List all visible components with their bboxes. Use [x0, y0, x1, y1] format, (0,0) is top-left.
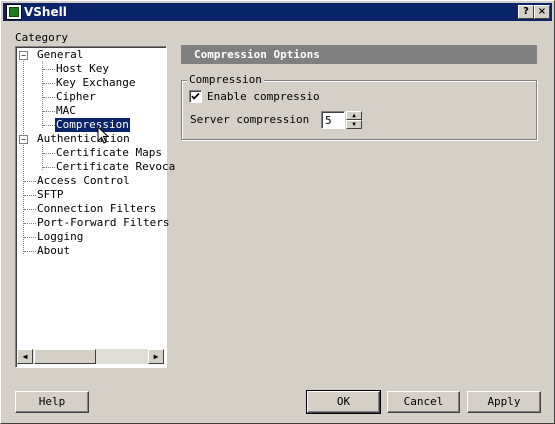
tree-branch	[43, 153, 55, 154]
tree-branch	[24, 209, 36, 210]
tree-item-compression[interactable]: Compression	[55, 118, 130, 132]
tree-branch	[24, 223, 36, 224]
tree-item-cipher[interactable]: Cipher	[56, 90, 96, 104]
tree-item-logging[interactable]: Logging	[37, 230, 83, 244]
category-tree[interactable]: − − General Host Key Key Exchange Cipher…	[15, 46, 175, 368]
tree-item-about[interactable]: About	[37, 244, 70, 258]
tree-branch	[24, 181, 36, 182]
spin-up-button[interactable]: ▲	[346, 111, 362, 120]
tree-branch	[43, 167, 55, 168]
tree-root-line	[23, 58, 24, 254]
checkmark-icon	[191, 92, 200, 100]
tree-item-connection-filters[interactable]: Connection Filters	[37, 202, 156, 216]
tree-item-certificate-maps[interactable]: Certificate Maps	[56, 146, 162, 160]
tree-item-mac[interactable]: MAC	[56, 104, 76, 118]
vshell-dialog: VShell ? × Category − − General Host Key…	[0, 0, 555, 424]
enable-compression-checkbox[interactable]	[189, 90, 202, 103]
window-title: VShell	[24, 5, 67, 19]
server-compression-value: 5	[325, 114, 332, 127]
tree-branch	[43, 83, 55, 84]
scroll-thumb[interactable]	[34, 349, 96, 364]
tree-item-certificate-revoca[interactable]: Certificate Revoca	[56, 160, 175, 174]
tree-item-sftp[interactable]: SFTP	[37, 188, 64, 202]
tree-branch	[24, 237, 36, 238]
panel-header: Compression Options	[181, 45, 537, 64]
authentication-collapse-toggle[interactable]: −	[19, 135, 28, 144]
tree-branch	[43, 97, 55, 98]
tree-horizontal-scrollbar[interactable]: ◀ ▶	[17, 349, 164, 364]
server-compression-label: Server compression	[190, 113, 310, 126]
apply-button[interactable]: Apply	[467, 391, 541, 413]
cancel-button[interactable]: Cancel	[387, 391, 460, 413]
vshell-app-icon	[6, 4, 22, 20]
tree-branch	[24, 195, 36, 196]
title-close-button[interactable]: ×	[534, 5, 550, 19]
tree-item-general[interactable]: General	[37, 48, 83, 62]
tree-item-host-key[interactable]: Host Key	[56, 62, 109, 76]
compression-group-title: Compression	[187, 73, 264, 86]
enable-compression-label[interactable]: Enable compressio	[207, 90, 320, 103]
tree-branch	[24, 251, 36, 252]
tree-branch	[43, 111, 55, 112]
scroll-right-button[interactable]: ▶	[148, 349, 164, 364]
title-help-button[interactable]: ?	[518, 5, 534, 19]
category-label: Category	[15, 31, 68, 44]
tree-item-authentication[interactable]: Authentication	[37, 132, 130, 146]
tree-general-line	[42, 61, 43, 128]
panel-header-title: Compression Options	[194, 48, 320, 61]
title-bar: VShell ? ×	[3, 3, 552, 21]
tree-branch	[43, 125, 55, 126]
spin-down-button[interactable]: ▼	[346, 120, 362, 129]
tree-branch	[43, 69, 55, 70]
tree-item-port-forward-filters[interactable]: Port-Forward Filters	[37, 216, 169, 230]
server-compression-input[interactable]: 5	[321, 111, 345, 129]
ok-button[interactable]: OK	[306, 390, 381, 414]
tree-item-access-control[interactable]: Access Control	[37, 174, 130, 188]
general-collapse-toggle[interactable]: −	[19, 51, 28, 60]
tree-item-key-exchange[interactable]: Key Exchange	[56, 76, 135, 90]
scroll-left-button[interactable]: ◀	[17, 349, 33, 364]
mouse-cursor-icon	[97, 126, 109, 144]
compression-groupbox	[181, 80, 537, 140]
help-button[interactable]: Help	[15, 391, 89, 413]
